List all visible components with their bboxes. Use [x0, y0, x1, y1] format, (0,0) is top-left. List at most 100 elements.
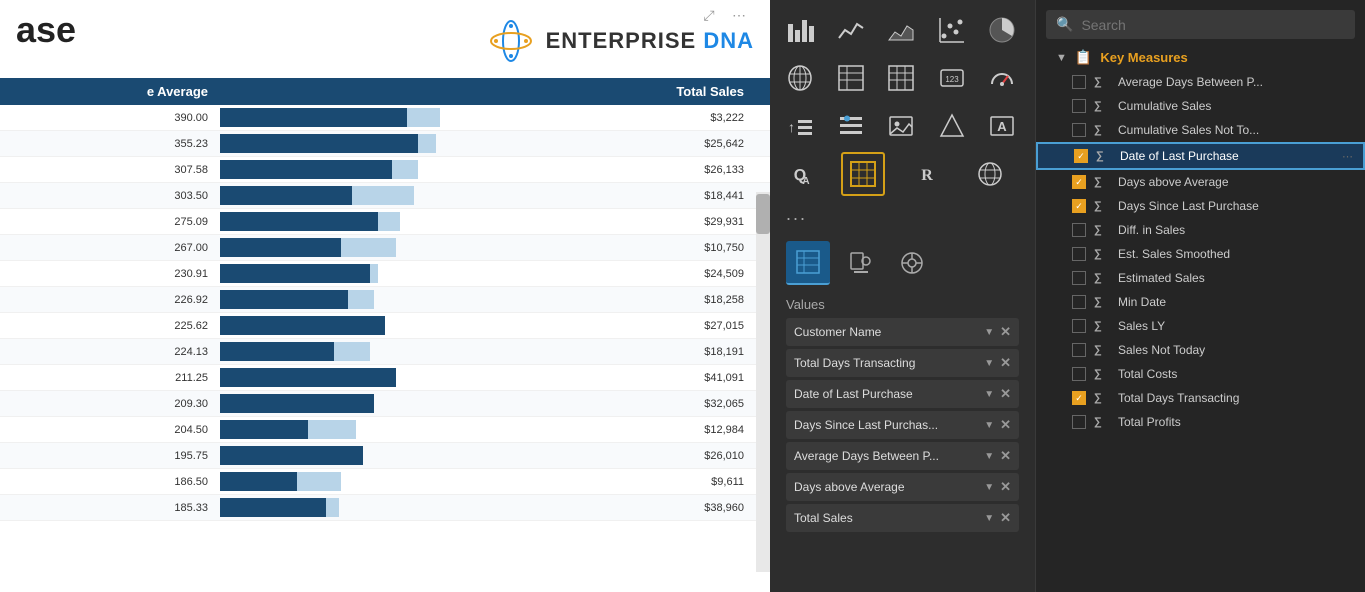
dropdown-arrow-icon[interactable]: ▼ — [984, 327, 994, 338]
more-options-icon[interactable]: ⋯ — [1342, 150, 1353, 163]
dropdown-arrow-icon[interactable]: ▼ — [984, 513, 994, 524]
remove-field-icon[interactable]: ✕ — [1000, 479, 1011, 495]
list-item[interactable]: ∑ Estimated Sales — [1036, 266, 1365, 290]
total-sales-value: $26,133 — [676, 164, 756, 176]
scrollbar-thumb[interactable] — [756, 194, 770, 234]
bar-fg — [220, 160, 392, 179]
field-checkbox[interactable] — [1072, 343, 1086, 357]
scrollbar-track[interactable] — [756, 192, 770, 572]
dropdown-arrow-icon[interactable]: ▼ — [984, 482, 994, 493]
fields-tab[interactable] — [786, 241, 830, 285]
remove-field-icon[interactable]: ✕ — [1000, 386, 1011, 402]
svg-text:R: R — [921, 167, 933, 184]
scatter-icon[interactable] — [930, 8, 974, 52]
globe-icon[interactable] — [968, 152, 1012, 196]
list-item[interactable]: ∑ Sales LY — [1036, 314, 1365, 338]
format-tab[interactable] — [838, 241, 882, 285]
list-item[interactable]: ∑ Average Days Between P... — [1036, 70, 1365, 94]
remove-field-icon[interactable]: ✕ — [1000, 448, 1011, 464]
map-icon[interactable] — [778, 56, 822, 100]
field-checkbox[interactable] — [1072, 99, 1086, 113]
gauge-icon[interactable] — [980, 56, 1024, 100]
dropdown-arrow-icon[interactable]: ▼ — [984, 451, 994, 462]
avg-value: 211.25 — [0, 372, 220, 384]
remove-field-icon[interactable]: ✕ — [1000, 324, 1011, 340]
list-item[interactable]: Date of Last Purchase ▼ ✕ — [786, 380, 1019, 408]
more-options-icon[interactable]: ⋯ — [728, 4, 750, 26]
list-item[interactable]: ∑ Days Since Last Purchase — [1036, 194, 1365, 218]
dropdown-arrow-icon[interactable]: ▼ — [984, 389, 994, 400]
list-item[interactable]: Average Days Between P... ▼ ✕ — [786, 442, 1019, 470]
list-item[interactable]: ∑ Diff. in Sales — [1036, 218, 1365, 242]
key-measures-folder[interactable]: ▼ 📋 Key Measures — [1036, 45, 1365, 70]
avg-value: 230.91 — [0, 268, 220, 280]
list-item[interactable]: ∑ Min Date — [1036, 290, 1365, 314]
list-item[interactable]: Days Since Last Purchas... ▼ ✕ — [786, 411, 1019, 439]
field-checkbox[interactable] — [1074, 149, 1088, 163]
text-box-icon[interactable]: A — [980, 104, 1024, 148]
selected-grid-icon[interactable] — [841, 152, 885, 196]
measure-type-icon: ∑ — [1094, 344, 1110, 356]
search-input[interactable] — [1081, 17, 1345, 33]
list-item[interactable]: Total Sales ▼ ✕ — [786, 504, 1019, 532]
list-item[interactable]: Days above Average ▼ ✕ — [786, 473, 1019, 501]
area-chart-icon[interactable] — [879, 8, 923, 52]
field-items-container: ∑ Average Days Between P... ∑ Cumulative… — [1036, 70, 1365, 434]
kpi-icon[interactable]: ↑ — [778, 104, 822, 148]
field-checkbox[interactable] — [1072, 175, 1086, 189]
field-checkbox[interactable] — [1072, 415, 1086, 429]
list-item[interactable]: Customer Name ▼ ✕ — [786, 318, 1019, 346]
dropdown-arrow-icon[interactable]: ▼ — [984, 358, 994, 369]
table-row: 186.50 $9,611 — [0, 469, 770, 495]
field-checkbox[interactable] — [1072, 271, 1086, 285]
field-item-label: Total Days Transacting — [1118, 391, 1355, 405]
total-sales-value: $12,984 — [676, 424, 756, 436]
list-item[interactable]: ∑ Date of Last Purchase ⋯ — [1036, 142, 1365, 170]
field-row-icons: ▼ ✕ — [984, 324, 1011, 340]
pie-chart-icon[interactable] — [980, 8, 1024, 52]
remove-field-icon[interactable]: ✕ — [1000, 417, 1011, 433]
table-row: 195.75 $26,010 — [0, 443, 770, 469]
list-item[interactable]: ∑ Total Days Transacting — [1036, 386, 1365, 410]
dropdown-arrow-icon[interactable]: ▼ — [984, 420, 994, 431]
field-checkbox[interactable] — [1072, 391, 1086, 405]
field-checkbox[interactable] — [1072, 75, 1086, 89]
field-checkbox[interactable] — [1072, 295, 1086, 309]
list-item[interactable]: ∑ Total Profits — [1036, 410, 1365, 434]
field-item-label: Date of Last Purchase — [1120, 149, 1334, 163]
measure-type-icon: ∑ — [1094, 368, 1110, 380]
remove-field-icon[interactable]: ✕ — [1000, 510, 1011, 526]
shape-icon[interactable] — [930, 104, 974, 148]
field-checkbox[interactable] — [1072, 123, 1086, 137]
remove-field-icon[interactable]: ✕ — [1000, 355, 1011, 371]
expand-icon[interactable]: ⤢ — [698, 4, 720, 26]
search-bar[interactable]: 🔍 — [1046, 10, 1355, 39]
list-item[interactable]: ∑ Est. Sales Smoothed — [1036, 242, 1365, 266]
list-item[interactable]: ∑ Total Costs — [1036, 362, 1365, 386]
total-sales-value: $18,441 — [676, 190, 756, 202]
list-item[interactable]: ∑ Sales Not Today — [1036, 338, 1365, 362]
image-icon[interactable] — [879, 104, 923, 148]
bar-fg — [220, 316, 385, 335]
card-icon[interactable]: 123 — [930, 56, 974, 100]
slicer-icon[interactable] — [829, 104, 873, 148]
list-item[interactable]: ∑ Days above Average — [1036, 170, 1365, 194]
field-checkbox[interactable] — [1072, 319, 1086, 333]
field-checkbox[interactable] — [1072, 247, 1086, 261]
field-checkbox[interactable] — [1072, 199, 1086, 213]
qna-icon[interactable]: QA — [778, 152, 822, 196]
line-chart-icon[interactable] — [829, 8, 873, 52]
field-item-label: Min Date — [1118, 295, 1355, 309]
analytics-tab[interactable] — [890, 241, 934, 285]
bar-chart-icon[interactable] — [778, 8, 822, 52]
matrix-icon[interactable] — [879, 56, 923, 100]
list-item[interactable]: ∑ Cumulative Sales Not To... — [1036, 118, 1365, 142]
table-icon[interactable] — [829, 56, 873, 100]
r-script-icon[interactable]: R — [905, 152, 949, 196]
list-item[interactable]: Total Days Transacting ▼ ✕ — [786, 349, 1019, 377]
field-checkbox[interactable] — [1072, 223, 1086, 237]
more-icons-dots[interactable]: ... — [778, 200, 1027, 229]
measure-type-icon: ∑ — [1094, 124, 1110, 136]
list-item[interactable]: ∑ Cumulative Sales — [1036, 94, 1365, 118]
field-checkbox[interactable] — [1072, 367, 1086, 381]
